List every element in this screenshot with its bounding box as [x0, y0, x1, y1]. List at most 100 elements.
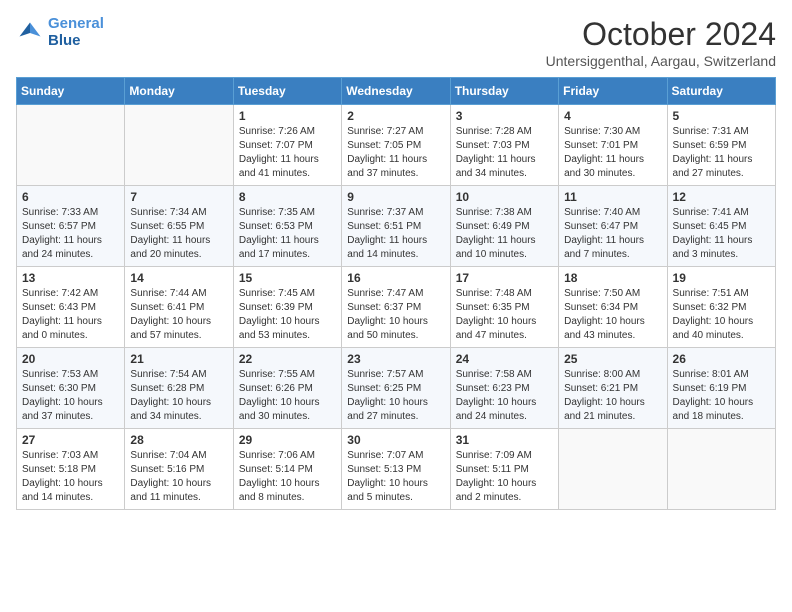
calendar-cell: 24Sunrise: 7:58 AM Sunset: 6:23 PM Dayli… [450, 348, 558, 429]
logo: General Blue [16, 16, 104, 49]
day-detail: Sunrise: 7:47 AM Sunset: 6:37 PM Dayligh… [347, 287, 444, 343]
day-number: 12 [673, 190, 770, 204]
calendar-cell: 21 Sunrise: 7:54 AM Sunset: 6:28 PM Dayli… [125, 348, 233, 429]
day-detail: Sunrise: 8:00 AM Sunset: 6:21 PM Dayligh… [564, 368, 661, 424]
calendar-cell: 26Sunrise: 8:01 AM Sunset: 6:19 PM Dayli… [667, 348, 775, 429]
day-number: 11 [564, 190, 661, 204]
day-number: 18 [564, 271, 661, 285]
day-detail: Sunrise: 7:38 AM Sunset: 6:49 PM Dayligh… [456, 206, 553, 262]
calendar-cell: 10 Sunrise: 7:38 AM Sunset: 6:49 PM Dayli… [450, 186, 558, 267]
day-number: 22 [239, 352, 336, 366]
calendar-cell: 20 Sunrise: 7:53 AM Sunset: 6:30 PM Dayli… [17, 348, 125, 429]
calendar-cell: 22 Sunrise: 7:55 AM Sunset: 6:26 PM Dayli… [233, 348, 341, 429]
day-number: 29 [239, 433, 336, 447]
day-detail: Sunrise: 7:55 AM Sunset: 6:26 PM Dayligh… [239, 368, 336, 424]
calendar-cell: 9 Sunrise: 7:37 AM Sunset: 6:51 PM Daylig… [342, 186, 450, 267]
day-detail: Sunrise: 7:07 AM Sunset: 5:13 PM Dayligh… [347, 449, 444, 505]
calendar-cell [559, 429, 667, 510]
calendar-cell: 3 Sunrise: 7:28 AM Sunset: 7:03 PM Daylig… [450, 105, 558, 186]
day-number: 4 [564, 109, 661, 123]
month-title: October 2024 [546, 16, 776, 53]
calendar-week-3: 13 Sunrise: 7:42 AM Sunset: 6:43 PM Dayli… [17, 267, 776, 348]
calendar-cell: 7Sunrise: 7:34 AM Sunset: 6:55 PM Daylig… [125, 186, 233, 267]
day-detail: Sunrise: 7:37 AM Sunset: 6:51 PM Dayligh… [347, 206, 444, 262]
day-detail: Sunrise: 7:09 AM Sunset: 5:11 PM Dayligh… [456, 449, 553, 505]
day-number: 8 [239, 190, 336, 204]
day-number: 25 [564, 352, 661, 366]
day-detail: Sunrise: 7:40 AM Sunset: 6:47 PM Dayligh… [564, 206, 661, 262]
day-number: 3 [456, 109, 553, 123]
calendar-cell: 23Sunrise: 7:57 AM Sunset: 6:25 PM Dayli… [342, 348, 450, 429]
day-number: 20 [22, 352, 119, 366]
day-detail: Sunrise: 7:28 AM Sunset: 7:03 PM Dayligh… [456, 125, 553, 181]
day-number: 23 [347, 352, 444, 366]
calendar-cell: 8 Sunrise: 7:35 AM Sunset: 6:53 PM Daylig… [233, 186, 341, 267]
day-detail: Sunrise: 7:53 AM Sunset: 6:30 PM Dayligh… [22, 368, 119, 424]
calendar-table: SundayMondayTuesdayWednesdayThursdayFrid… [16, 77, 776, 510]
day-detail: Sunrise: 7:41 AM Sunset: 6:45 PM Dayligh… [673, 206, 770, 262]
day-detail: Sunrise: 7:30 AM Sunset: 7:01 PM Dayligh… [564, 125, 661, 181]
calendar-cell: 13 Sunrise: 7:42 AM Sunset: 6:43 PM Dayli… [17, 267, 125, 348]
day-detail: Sunrise: 7:48 AM Sunset: 6:35 PM Dayligh… [456, 287, 553, 343]
calendar-cell: 19 Sunrise: 7:51 AM Sunset: 6:32 PM Dayli… [667, 267, 775, 348]
day-number: 27 [22, 433, 119, 447]
day-number: 17 [456, 271, 553, 285]
day-detail: Sunrise: 7:51 AM Sunset: 6:32 PM Dayligh… [673, 287, 770, 343]
calendar-cell: 17 Sunrise: 7:48 AM Sunset: 6:35 PM Dayli… [450, 267, 558, 348]
day-number: 9 [347, 190, 444, 204]
day-detail: Sunrise: 7:06 AM Sunset: 5:14 PM Dayligh… [239, 449, 336, 505]
calendar-week-4: 20 Sunrise: 7:53 AM Sunset: 6:30 PM Dayli… [17, 348, 776, 429]
day-detail: Sunrise: 7:26 AM Sunset: 7:07 PM Dayligh… [239, 125, 336, 181]
day-number: 7 [130, 190, 227, 204]
logo-text: General Blue [48, 16, 104, 49]
calendar-cell: 16Sunrise: 7:47 AM Sunset: 6:37 PM Dayli… [342, 267, 450, 348]
day-detail: Sunrise: 7:54 AM Sunset: 6:28 PM Dayligh… [130, 368, 227, 424]
calendar-cell: 28 Sunrise: 7:04 AM Sunset: 5:16 PM Dayli… [125, 429, 233, 510]
calendar-cell [667, 429, 775, 510]
day-detail: Sunrise: 7:31 AM Sunset: 6:59 PM Dayligh… [673, 125, 770, 181]
calendar-cell: 25 Sunrise: 8:00 AM Sunset: 6:21 PM Dayli… [559, 348, 667, 429]
calendar-cell [125, 105, 233, 186]
day-number: 15 [239, 271, 336, 285]
day-detail: Sunrise: 7:42 AM Sunset: 6:43 PM Dayligh… [22, 287, 119, 343]
day-detail: Sunrise: 7:27 AM Sunset: 7:05 PM Dayligh… [347, 125, 444, 181]
day-number: 1 [239, 109, 336, 123]
weekday-header-monday: Monday [125, 78, 233, 105]
weekday-header-friday: Friday [559, 78, 667, 105]
calendar-cell: 1 Sunrise: 7:26 AM Sunset: 7:07 PM Daylig… [233, 105, 341, 186]
location: Untersiggenthal, Aargau, Switzerland [546, 53, 776, 69]
calendar-cell: 27Sunrise: 7:03 AM Sunset: 5:18 PM Dayli… [17, 429, 125, 510]
day-detail: Sunrise: 8:01 AM Sunset: 6:19 PM Dayligh… [673, 368, 770, 424]
calendar-week-2: 6 Sunrise: 7:33 AM Sunset: 6:57 PM Daylig… [17, 186, 776, 267]
day-number: 13 [22, 271, 119, 285]
day-detail: Sunrise: 7:35 AM Sunset: 6:53 PM Dayligh… [239, 206, 336, 262]
weekday-header-tuesday: Tuesday [233, 78, 341, 105]
calendar-cell: 5 Sunrise: 7:31 AM Sunset: 6:59 PM Daylig… [667, 105, 775, 186]
calendar-cell [17, 105, 125, 186]
day-number: 28 [130, 433, 227, 447]
day-number: 2 [347, 109, 444, 123]
day-detail: Sunrise: 7:33 AM Sunset: 6:57 PM Dayligh… [22, 206, 119, 262]
day-number: 30 [347, 433, 444, 447]
day-number: 24 [456, 352, 553, 366]
calendar-cell: 2 Sunrise: 7:27 AM Sunset: 7:05 PM Daylig… [342, 105, 450, 186]
day-number: 14 [130, 271, 227, 285]
logo-icon [16, 19, 44, 47]
calendar-cell: 18 Sunrise: 7:50 AM Sunset: 6:34 PM Dayli… [559, 267, 667, 348]
day-number: 6 [22, 190, 119, 204]
weekday-header-thursday: Thursday [450, 78, 558, 105]
day-detail: Sunrise: 7:50 AM Sunset: 6:34 PM Dayligh… [564, 287, 661, 343]
calendar-cell: 15Sunrise: 7:45 AM Sunset: 6:39 PM Dayli… [233, 267, 341, 348]
calendar-week-5: 27Sunrise: 7:03 AM Sunset: 5:18 PM Dayli… [17, 429, 776, 510]
day-number: 10 [456, 190, 553, 204]
day-number: 5 [673, 109, 770, 123]
day-number: 31 [456, 433, 553, 447]
calendar-cell: 29 Sunrise: 7:06 AM Sunset: 5:14 PM Dayli… [233, 429, 341, 510]
day-number: 19 [673, 271, 770, 285]
calendar-cell: 31 Sunrise: 7:09 AM Sunset: 5:11 PM Dayli… [450, 429, 558, 510]
calendar-week-1: 1 Sunrise: 7:26 AM Sunset: 7:07 PM Daylig… [17, 105, 776, 186]
title-block: October 2024 Untersiggenthal, Aargau, Sw… [546, 16, 776, 69]
day-detail: Sunrise: 7:44 AM Sunset: 6:41 PM Dayligh… [130, 287, 227, 343]
day-number: 21 [130, 352, 227, 366]
day-detail: Sunrise: 7:04 AM Sunset: 5:16 PM Dayligh… [130, 449, 227, 505]
